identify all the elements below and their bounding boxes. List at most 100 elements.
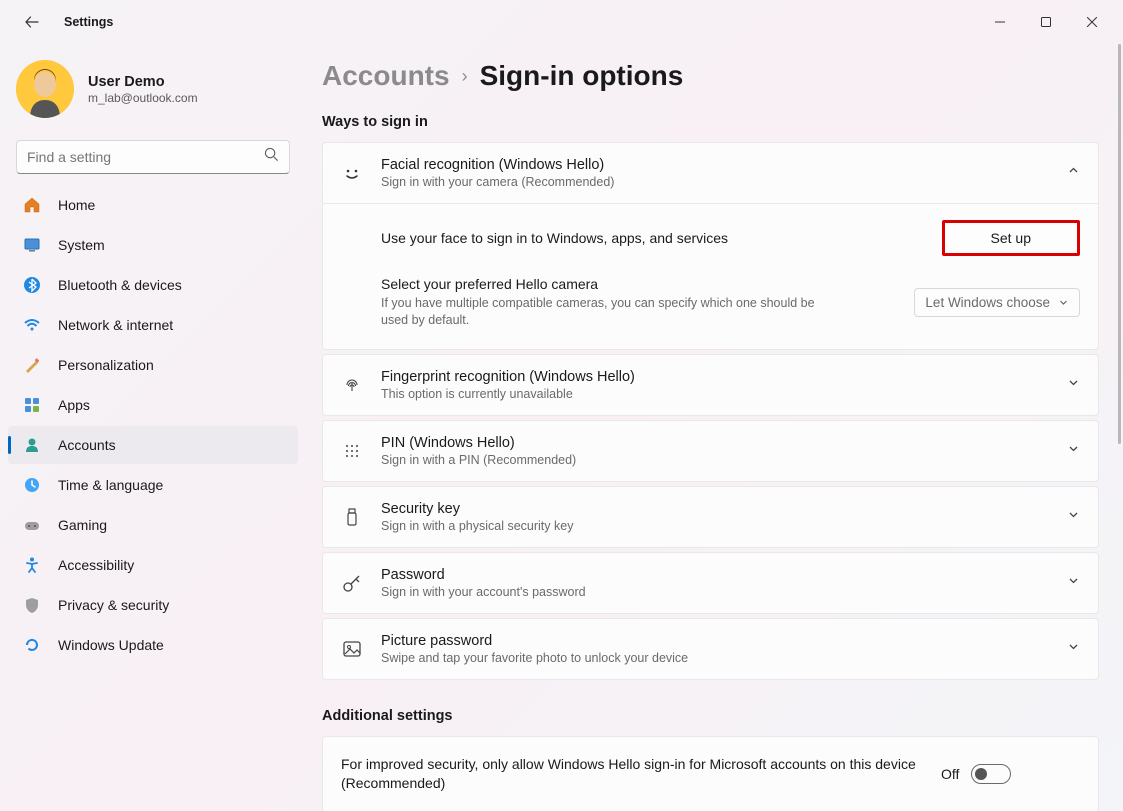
picture-password-card: Picture password Swipe and tap your favo… [322, 618, 1099, 680]
chevron-up-icon [1067, 164, 1080, 182]
maximize-button[interactable] [1023, 6, 1069, 38]
card-title: Fingerprint recognition (Windows Hello) [381, 369, 1067, 385]
window-controls [977, 6, 1115, 38]
chevron-down-icon [1058, 297, 1069, 308]
window-title: Settings [64, 15, 113, 29]
pin-header[interactable]: PIN (Windows Hello) Sign in with a PIN (… [323, 421, 1098, 481]
use-face-text: Use your face to sign in to Windows, app… [381, 230, 942, 246]
hello-only-toggle[interactable] [971, 764, 1011, 784]
hello-only-text: For improved security, only allow Window… [341, 755, 941, 794]
camera-title: Select your preferred Hello camera [381, 276, 914, 292]
usb-icon [341, 506, 363, 528]
personalization-icon [22, 355, 42, 375]
chevron-down-icon [1067, 442, 1080, 460]
card-subtitle: Sign in with a PIN (Recommended) [381, 453, 1067, 467]
nav-label: Home [58, 197, 95, 213]
chevron-down-icon [1067, 508, 1080, 526]
camera-subtitle: If you have multiple compatible cameras,… [381, 295, 841, 329]
card-title: PIN (Windows Hello) [381, 435, 1067, 451]
profile-name: User Demo [88, 74, 198, 90]
password-card: Password Sign in with your account's pas… [322, 552, 1099, 614]
security-key-header[interactable]: Security key Sign in with a physical sec… [323, 487, 1098, 547]
sidebar-item-gaming[interactable]: Gaming [8, 506, 298, 544]
picture-icon [341, 638, 363, 660]
search-box[interactable] [16, 140, 290, 174]
close-button[interactable] [1069, 6, 1115, 38]
bluetooth-icon [22, 275, 42, 295]
nav-label: Network & internet [58, 317, 173, 333]
profile-email: m_lab@outlook.com [88, 91, 198, 105]
toggle-knob [975, 768, 987, 780]
accounts-icon [22, 435, 42, 455]
sidebar-item-time[interactable]: Time & language [8, 466, 298, 504]
sidebar-item-privacy[interactable]: Privacy & security [8, 586, 298, 624]
card-title: Security key [381, 501, 1067, 517]
fingerprint-icon [341, 374, 363, 396]
sidebar-item-accounts[interactable]: Accounts [8, 426, 298, 464]
scrollbar[interactable] [1118, 44, 1121, 444]
nav-label: Privacy & security [58, 597, 169, 613]
sidebar-item-personalization[interactable]: Personalization [8, 346, 298, 384]
pin-icon [341, 440, 363, 462]
card-subtitle: Sign in with your account's password [381, 585, 1067, 599]
chevron-right-icon: › [462, 66, 468, 87]
face-icon [341, 162, 363, 184]
home-icon [22, 195, 42, 215]
facial-recognition-header[interactable]: Facial recognition (Windows Hello) Sign … [323, 143, 1098, 203]
minimize-icon [995, 17, 1005, 27]
minimize-button[interactable] [977, 6, 1023, 38]
card-title: Facial recognition (Windows Hello) [381, 157, 1067, 173]
apps-icon [22, 395, 42, 415]
network-icon [22, 315, 42, 335]
sidebar-item-accessibility[interactable]: Accessibility [8, 546, 298, 584]
sidebar-item-network[interactable]: Network & internet [8, 306, 298, 344]
system-icon [22, 235, 42, 255]
nav-label: Time & language [58, 477, 163, 493]
nav-label: Apps [58, 397, 90, 413]
card-subtitle: Sign in with a physical security key [381, 519, 1067, 533]
accessibility-icon [22, 555, 42, 575]
titlebar: Settings [0, 0, 1123, 44]
gaming-icon [22, 515, 42, 535]
breadcrumb: Accounts › Sign-in options [322, 60, 1099, 92]
security-key-card: Security key Sign in with a physical sec… [322, 486, 1099, 548]
sidebar-item-update[interactable]: Windows Update [8, 626, 298, 664]
additional-section: Additional settings For improved securit… [322, 708, 1099, 811]
card-subtitle: Swipe and tap your favorite photo to unl… [381, 651, 1067, 665]
key-icon [341, 572, 363, 594]
privacy-icon [22, 595, 42, 615]
update-icon [22, 635, 42, 655]
search-icon [264, 147, 279, 167]
nav-label: Gaming [58, 517, 107, 533]
pin-card: PIN (Windows Hello) Sign in with a PIN (… [322, 420, 1099, 482]
back-button[interactable] [16, 6, 48, 38]
card-subtitle: This option is currently unavailable [381, 387, 1067, 401]
chevron-down-icon [1067, 574, 1080, 592]
breadcrumb-parent[interactable]: Accounts [322, 60, 450, 92]
content-area: Accounts › Sign-in options Ways to sign … [310, 44, 1123, 811]
page-title: Sign-in options [480, 60, 684, 92]
nav-label: Windows Update [58, 637, 164, 653]
avatar [16, 60, 74, 118]
setup-button[interactable]: Set up [942, 220, 1080, 256]
sidebar-item-bluetooth[interactable]: Bluetooth & devices [8, 266, 298, 304]
toggle-state-label: Off [941, 766, 959, 782]
fingerprint-card: Fingerprint recognition (Windows Hello) … [322, 354, 1099, 416]
password-header[interactable]: Password Sign in with your account's pas… [323, 553, 1098, 613]
sidebar-item-system[interactable]: System [8, 226, 298, 264]
card-title: Password [381, 567, 1067, 583]
card-subtitle: Sign in with your camera (Recommended) [381, 175, 1067, 189]
nav-label: Accounts [58, 437, 116, 453]
sidebar-item-apps[interactable]: Apps [8, 386, 298, 424]
sidebar-item-home[interactable]: Home [8, 186, 298, 224]
picture-password-header[interactable]: Picture password Swipe and tap your favo… [323, 619, 1098, 679]
chevron-down-icon [1067, 376, 1080, 394]
camera-dropdown[interactable]: Let Windows choose [914, 288, 1080, 317]
search-input[interactable] [27, 149, 264, 165]
back-arrow-icon [24, 14, 40, 30]
nav-list: Home System Bluetooth & devices Network … [8, 186, 298, 664]
face-setup-row: Use your face to sign in to Windows, app… [323, 204, 1098, 272]
profile-block[interactable]: User Demo m_lab@outlook.com [8, 52, 298, 136]
nav-label: Accessibility [58, 557, 134, 573]
fingerprint-header[interactable]: Fingerprint recognition (Windows Hello) … [323, 355, 1098, 415]
